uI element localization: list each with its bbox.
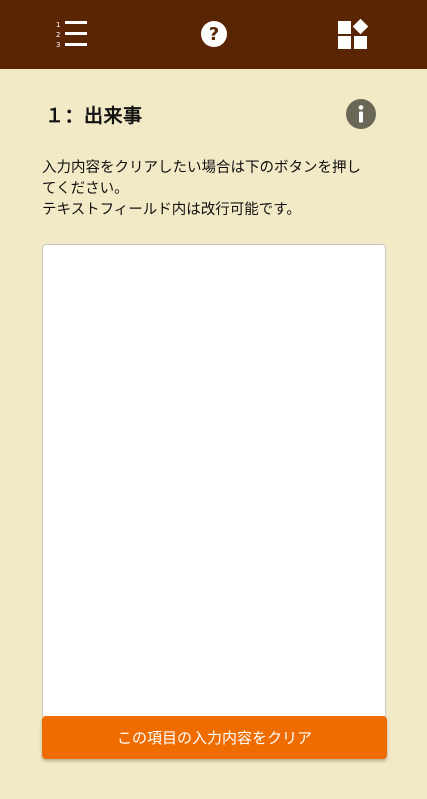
- svg-text:3: 3: [56, 41, 60, 49]
- page-title: １：出来事: [45, 105, 143, 127]
- svg-text:1: 1: [56, 21, 60, 29]
- clear-input-button[interactable]: この項目の入力内容をクリア: [42, 716, 387, 759]
- instructions-line: 入力内容をクリアしたい場合は下のボタンを押し: [42, 160, 361, 176]
- event-textarea[interactable]: [42, 244, 386, 719]
- instructions-text: 入力内容をクリアしたい場合は下のボタンを押し てください。 テキストフィールド内…: [42, 158, 392, 221]
- help-icon[interactable]: ?: [197, 17, 231, 51]
- svg-text:2: 2: [56, 31, 60, 39]
- info-icon[interactable]: [346, 99, 376, 129]
- widgets-icon[interactable]: [336, 17, 370, 51]
- top-app-bar: 1 2 3 ?: [0, 0, 427, 69]
- numbered-list-icon[interactable]: 1 2 3: [55, 17, 89, 51]
- instructions-line: てください。: [42, 181, 129, 197]
- instructions-line: テキストフィールド内は改行可能です。: [42, 202, 301, 218]
- svg-text:?: ?: [209, 24, 219, 45]
